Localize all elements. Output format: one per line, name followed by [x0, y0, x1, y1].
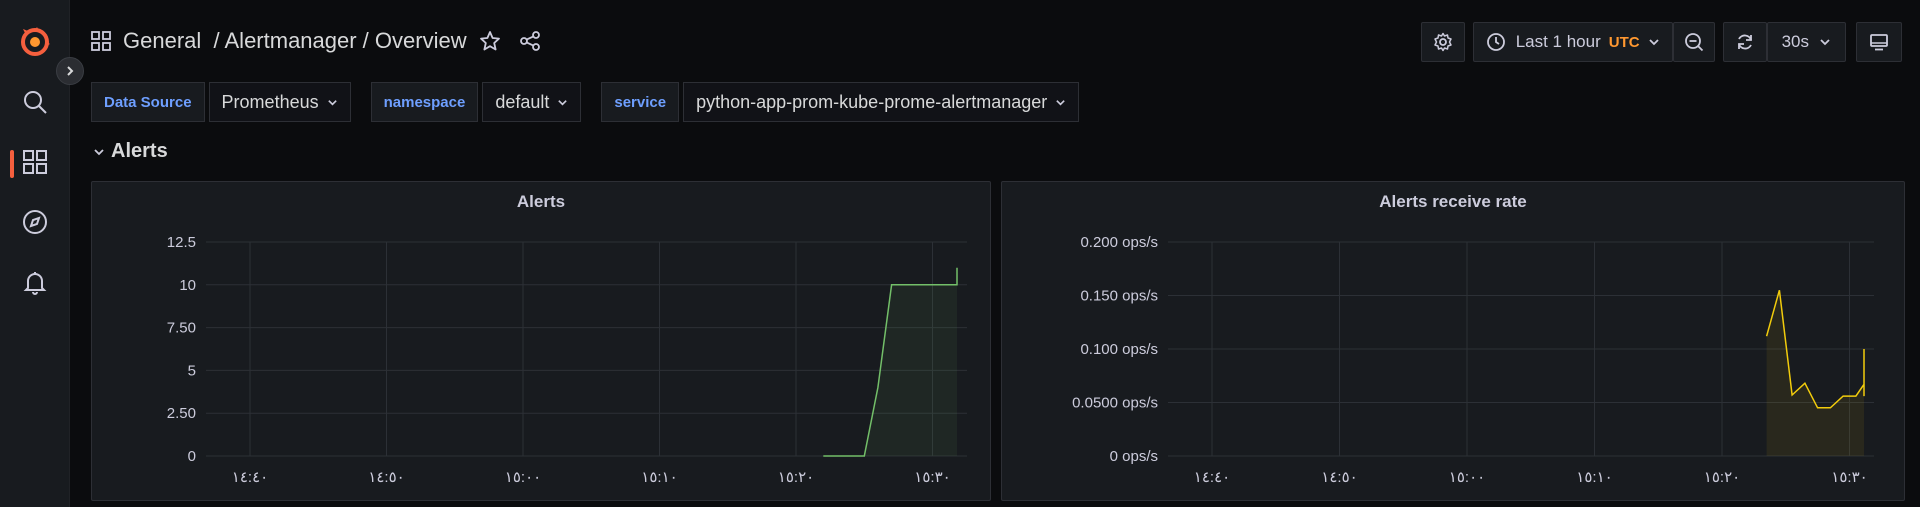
panel-alerts-receive-rate[interactable]: Alerts receive rate 0 ops/s 0.0500 ops/s 0…	[1001, 181, 1905, 501]
x-tick-label: ١٥:٠٠	[505, 469, 541, 486]
y-tick-label: 2.50	[167, 405, 196, 422]
variable-label-namespace: namespace	[370, 82, 479, 122]
y-tick-label: 5	[188, 362, 196, 379]
explore-compass-icon[interactable]	[17, 204, 53, 240]
chevron-down-icon	[1055, 97, 1066, 108]
dashboard-title[interactable]: General / Alertmanager / Overview	[123, 28, 467, 54]
chevron-right-icon	[64, 65, 76, 77]
row-header-alerts[interactable]: Alerts	[93, 140, 168, 163]
refresh-interval-label: 30s	[1781, 32, 1809, 51]
x-tick-label: ١٤:٤٠	[1194, 469, 1230, 486]
y-tick-label: 0.200 ops/s	[1080, 234, 1158, 251]
refresh-interval-picker[interactable]: 30s	[1766, 22, 1846, 62]
dashboard-toolbar: Last 1 hour UTC 30s	[1420, 22, 1902, 62]
search-icon[interactable]	[17, 84, 53, 120]
grafana-logo-icon[interactable]	[17, 24, 53, 60]
y-tick-label: 0.100 ops/s	[1080, 341, 1158, 358]
y-tick-label: 10	[179, 277, 196, 294]
template-variables: Data Source Prometheus namespace default…	[91, 82, 1080, 122]
refresh-icon	[1735, 32, 1755, 52]
y-tick-label: 0 ops/s	[1110, 448, 1158, 465]
x-tick-label: ١٥:١٠	[641, 469, 677, 486]
x-tick-label: ١٤:٥٠	[1321, 469, 1357, 486]
x-tick-label: ١٥:٣٠	[914, 469, 950, 486]
dashboard-grid-icon	[91, 31, 111, 51]
expand-menu-button[interactable]	[56, 57, 84, 85]
alerting-bell-icon[interactable]	[17, 264, 53, 300]
refresh-button[interactable]	[1722, 22, 1767, 62]
chevron-down-icon	[1648, 36, 1660, 48]
alerts-chart: 0 2.50 5 7.50 10 12.5 ١٤:٤٠ ١٤:٥٠ ١٥:٠٠ ١٥:١٠ ١٥:٢…	[167, 234, 967, 486]
namespace-value: default	[495, 91, 550, 112]
chevron-down-icon	[557, 97, 568, 108]
y-tick-label: 7.50	[167, 320, 196, 337]
x-tick-label: ١٤:٥٠	[368, 469, 404, 486]
y-tick-label: 0.150 ops/s	[1080, 288, 1158, 305]
x-tick-label: ١٥:٠٠	[1449, 469, 1485, 486]
clock-icon	[1486, 32, 1506, 52]
x-tick-label: ١٤:٤٠	[232, 469, 268, 486]
zoom-out-icon	[1684, 32, 1704, 52]
main-area: General / Alertmanager / Overview Last 1…	[71, 0, 1920, 507]
monitor-icon	[1869, 32, 1889, 52]
time-range-label: Last 1 hour	[1515, 32, 1601, 51]
chevron-down-icon	[327, 97, 338, 108]
dashboard-nav: General / Alertmanager / Overview Last 1…	[71, 0, 1920, 80]
x-tick-label: ١٥:١٠	[1576, 469, 1612, 486]
dashboards-icon[interactable]	[17, 144, 53, 180]
gear-icon	[1433, 32, 1453, 52]
y-tick-label: 12.5	[167, 234, 196, 251]
x-tick-label: ١٥:٢٠	[1704, 469, 1740, 486]
variable-label-datasource: Data Source	[91, 82, 205, 122]
alerts-receive-rate-chart: 0 ops/s 0.0500 ops/s 0.100 ops/s 0.150 ops/…	[1072, 234, 1874, 486]
namespace-select[interactable]: default	[482, 82, 582, 122]
share-icon[interactable]	[519, 30, 541, 52]
row-title: Alerts	[111, 140, 168, 162]
y-tick-label: 0.0500 ops/s	[1072, 395, 1158, 412]
variable-label-service: service	[601, 82, 680, 122]
datasource-select[interactable]: Prometheus	[208, 82, 351, 122]
time-range-picker[interactable]: Last 1 hour UTC	[1472, 22, 1673, 62]
service-value: python-app-prom-kube-prome-alertmanager	[696, 91, 1048, 112]
tv-mode-button[interactable]	[1856, 22, 1902, 62]
active-indicator	[10, 150, 14, 178]
chevron-down-icon	[1819, 36, 1831, 48]
star-icon[interactable]	[479, 30, 501, 52]
service-select[interactable]: python-app-prom-kube-prome-alertmanager	[683, 82, 1080, 122]
datasource-value: Prometheus	[221, 91, 319, 112]
zoom-out-button[interactable]	[1672, 22, 1715, 62]
settings-button[interactable]	[1420, 22, 1465, 62]
chevron-down-icon	[93, 146, 105, 158]
panel-alerts[interactable]: Alerts 0 2.50 5 7.50 10 12.5 ١٤:٤٠ ١٤:٥٠ ١٥:٠٠ ١٥…	[91, 181, 991, 501]
timezone-label: UTC	[1608, 33, 1640, 51]
x-tick-label: ١٥:٢٠	[778, 469, 814, 486]
x-tick-label: ١٥:٣٠	[1831, 469, 1867, 486]
y-tick-label: 0	[188, 448, 196, 465]
